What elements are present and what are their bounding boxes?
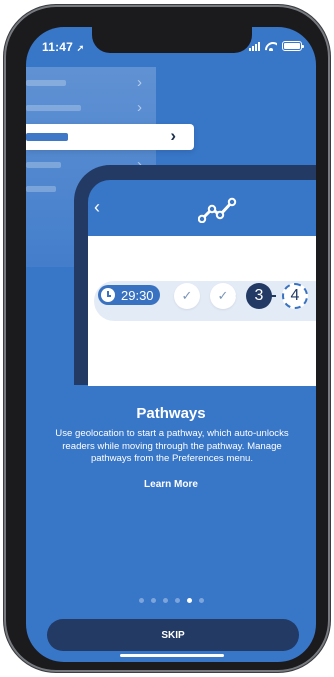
- illustration-menu-row-highlighted: ›: [26, 124, 194, 150]
- page-dot[interactable]: [174, 598, 180, 603]
- page-dot[interactable]: [198, 598, 204, 603]
- page-dot[interactable]: [138, 598, 144, 603]
- page-indicator: [26, 598, 316, 603]
- chevron-left-icon: ‹: [94, 197, 100, 217]
- illustration-menu-row: ›: [26, 73, 156, 93]
- step-completed: ✓: [174, 283, 200, 309]
- chevron-right-icon: ›: [137, 99, 142, 116]
- skip-button[interactable]: SKIP: [47, 619, 299, 651]
- home-indicator[interactable]: [120, 654, 224, 657]
- device-notch: [92, 27, 252, 53]
- status-bar-time: 11:47 ➚: [42, 40, 84, 54]
- onboarding-description: Use geolocation to start a pathway, whic…: [55, 428, 289, 465]
- illustration-menu-row: ›: [26, 98, 156, 118]
- step-completed: ✓: [210, 283, 236, 309]
- status-time-text: 11:47: [42, 40, 74, 54]
- status-bar-icons: [249, 41, 304, 51]
- page-dot[interactable]: [150, 598, 156, 603]
- chevron-right-icon: ›: [170, 126, 176, 145]
- phone-frame: 11:47 ➚ › › › › ‹: [4, 5, 330, 672]
- checkmark-icon: ✓: [181, 288, 193, 303]
- step-current-label: 3: [254, 287, 264, 304]
- timer-text: 29:30: [121, 287, 154, 303]
- onboarding-title: Pathways: [136, 405, 206, 422]
- step-current: 3: [246, 283, 272, 309]
- wifi-icon: [265, 42, 277, 51]
- page-dot[interactable]: [162, 598, 168, 603]
- app-screen: 11:47 ➚ › › › › ‹: [26, 27, 316, 662]
- chevron-right-icon: ›: [137, 74, 142, 91]
- pathway-route-icon: [198, 197, 237, 223]
- checkmark-icon: ✓: [217, 288, 229, 303]
- step-upcoming-label: 4: [290, 287, 300, 304]
- step-upcoming: 4: [282, 283, 308, 309]
- battery-icon: [282, 41, 304, 51]
- cellular-signal-icon: [249, 41, 260, 51]
- page-dot-active[interactable]: [186, 598, 192, 603]
- location-arrow-icon: ➚: [76, 43, 85, 53]
- timer-badge: 29:30: [98, 285, 160, 305]
- clock-icon: [101, 288, 115, 302]
- learn-more-link[interactable]: Learn More: [26, 479, 316, 490]
